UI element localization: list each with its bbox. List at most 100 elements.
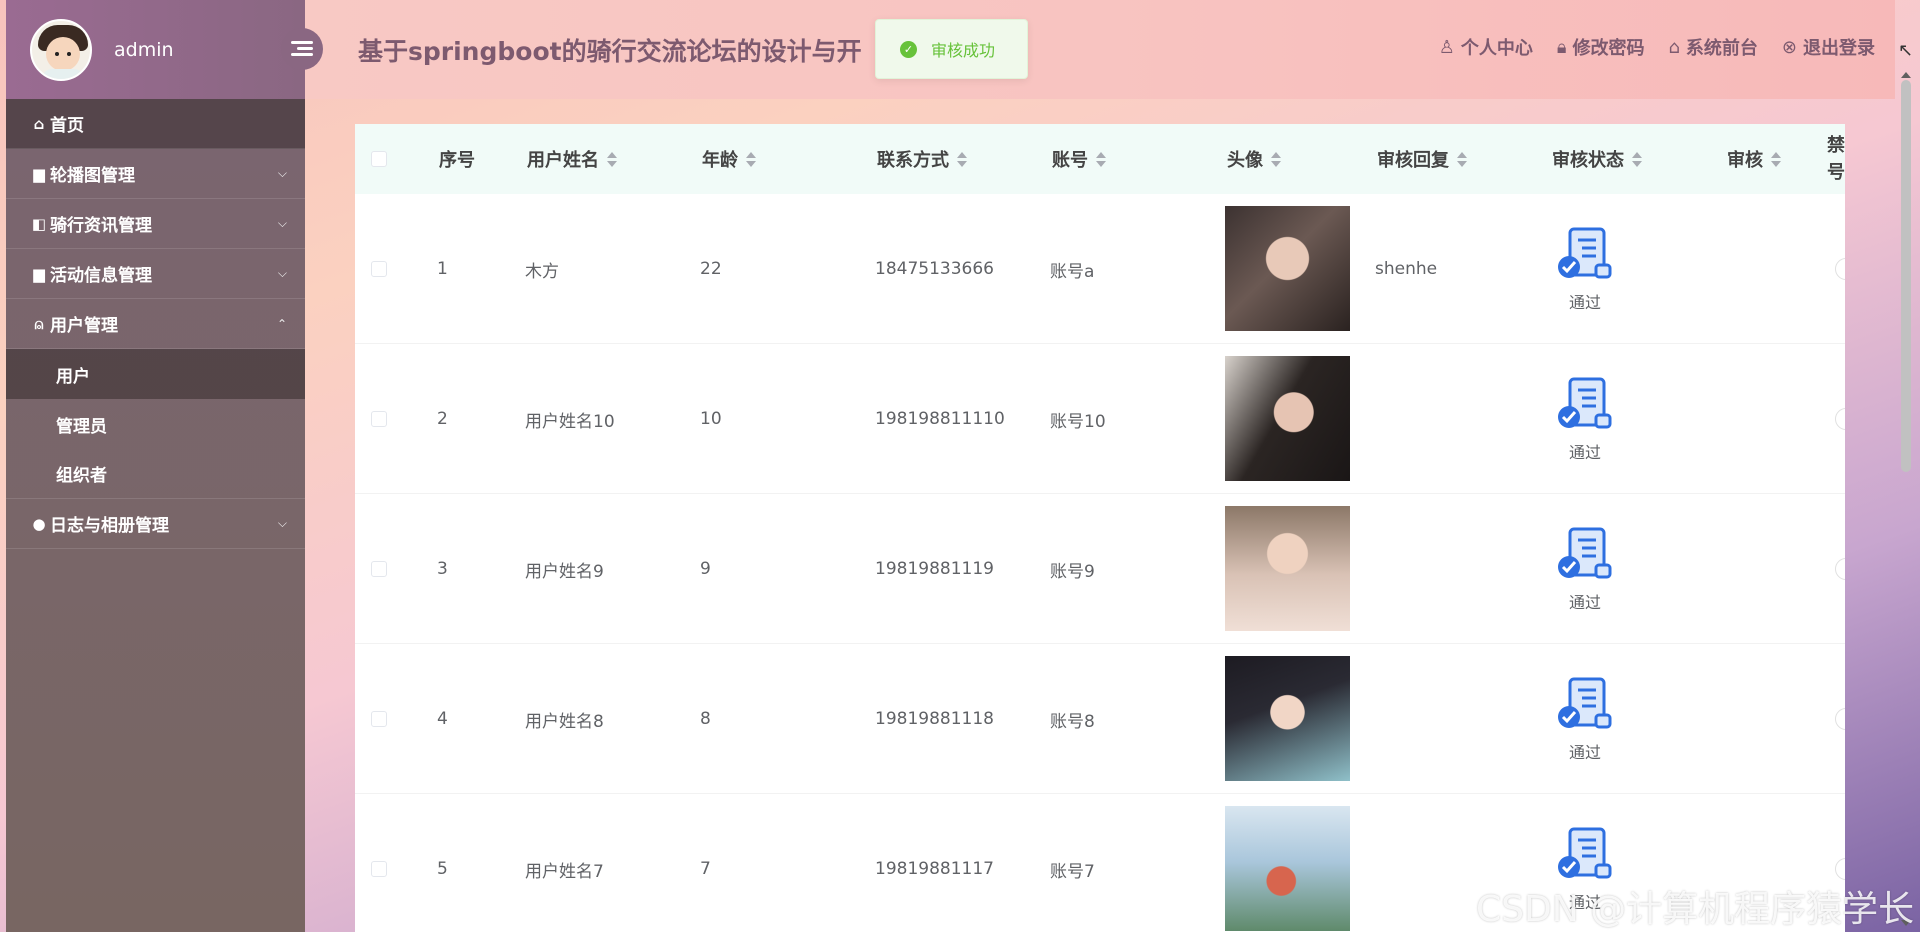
cell-age: 22 — [700, 259, 722, 279]
home-icon: ⌂ — [1668, 36, 1680, 58]
news-icon: ◧ — [31, 214, 47, 233]
change-password-label: 修改密码 — [1572, 38, 1645, 59]
sidebar-item-carousel[interactable]: ▆ 轮播图管理 ⌵ — [6, 149, 305, 199]
page-scrollbar[interactable] — [1898, 72, 1914, 932]
avatar-photo[interactable] — [1225, 356, 1350, 481]
cell-index: 3 — [437, 559, 448, 579]
sort-icon[interactable] — [607, 151, 617, 167]
ban-toggle[interactable] — [1835, 258, 1845, 280]
review-status-cell[interactable]: 通过 — [1545, 644, 1625, 794]
sort-icon[interactable] — [1457, 151, 1467, 167]
sidebar-header: admin — [6, 0, 323, 99]
sidebar-item-home[interactable]: ⌂ 首页 — [6, 99, 305, 149]
row-checkbox[interactable] — [371, 711, 387, 727]
column-header-review[interactable]: 审核 — [1727, 124, 1781, 194]
chevron-up-icon: ⌃ — [276, 316, 287, 331]
table-row[interactable]: 4 用户姓名8 8 19819881118 账号8 通过 — [355, 644, 1845, 794]
logout-link[interactable]: ⊗ 退出登录 — [1782, 34, 1875, 60]
column-header-avatar[interactable]: 头像 — [1227, 124, 1281, 194]
approved-document-icon — [1558, 377, 1612, 429]
table-row[interactable]: 1 木方 22 18475133666 账号a shenhe 通过 — [355, 194, 1845, 344]
cell-account: 账号9 — [1050, 561, 1095, 582]
column-header-name[interactable]: 用户姓名 — [527, 124, 617, 194]
system-frontend-label: 系统前台 — [1685, 38, 1758, 59]
avatar-photo[interactable] — [1225, 656, 1350, 781]
row-checkbox[interactable] — [371, 261, 387, 277]
column-header-index: 序号 — [439, 150, 475, 171]
cell-age: 8 — [700, 709, 711, 729]
cell-phone: 19819881119 — [875, 559, 994, 579]
cell-index: 2 — [437, 409, 448, 429]
sidebar-item-activity[interactable]: ▆ 活动信息管理 ⌵ — [6, 249, 305, 299]
row-checkbox[interactable] — [371, 561, 387, 577]
table-row[interactable]: 2 用户姓名10 10 198198811110 账号10 通过 — [355, 344, 1845, 494]
scroll-up-arrow[interactable] — [1901, 72, 1911, 78]
sort-icon[interactable] — [1271, 151, 1281, 167]
cell-index: 4 — [437, 709, 448, 729]
column-header-review-reply[interactable]: 审核回复 — [1377, 124, 1467, 194]
column-header-review-status[interactable]: 审核状态 — [1552, 124, 1642, 194]
ban-toggle[interactable] — [1835, 708, 1845, 730]
sort-icon[interactable] — [1632, 151, 1642, 167]
sidebar-item-label: 骑行资讯管理 — [50, 216, 152, 236]
row-checkbox[interactable] — [371, 861, 387, 877]
toast-message: 审核成功 — [931, 41, 996, 60]
sidebar-item-logs-albums[interactable]: ● 日志与相册管理 ⌵ — [6, 499, 305, 549]
cell-review-reply: shenhe — [1375, 259, 1438, 279]
sort-icon[interactable] — [957, 151, 967, 167]
cell-phone: 19819881117 — [875, 859, 994, 879]
table-row[interactable]: 3 用户姓名9 9 19819881119 账号9 通过 — [355, 494, 1845, 644]
sidebar-subitem-organizers[interactable]: 组织者 — [6, 449, 305, 499]
ban-toggle[interactable] — [1835, 858, 1845, 880]
approved-document-icon — [1558, 527, 1612, 579]
select-all-checkbox[interactable] — [371, 151, 387, 167]
top-header: 基于springboot的骑行交流论坛的设计与开 ♙ 个人中心 🔒︎ 修改密码 … — [305, 0, 1895, 99]
column-header-age[interactable]: 年龄 — [702, 124, 756, 194]
sidebar-item-news[interactable]: ◧ 骑行资讯管理 ⌵ — [6, 199, 305, 249]
sidebar-item-user-management[interactable]: ⍝ 用户管理 ⌃ — [6, 299, 305, 349]
avatar-photo[interactable] — [1225, 206, 1350, 331]
cell-account: 账号10 — [1050, 411, 1106, 432]
sidebar-subitem-users[interactable]: 用户 — [6, 349, 305, 399]
table-header: 序号 用户姓名 年龄 联系方式 账号 头像 审核回复 审核状态 审核 禁号 — [355, 124, 1845, 194]
menu-collapse-button[interactable] — [281, 28, 323, 70]
cell-name: 用户姓名7 — [525, 861, 604, 882]
column-header-ban: 禁号 — [1827, 135, 1845, 183]
column-header-account[interactable]: 账号 — [1052, 124, 1106, 194]
sort-icon[interactable] — [1096, 151, 1106, 167]
check-circle-icon: ✓ — [900, 40, 917, 58]
sidebar-item-label: 首页 — [50, 116, 84, 136]
system-frontend-link[interactable]: ⌂ 系统前台 — [1668, 34, 1757, 60]
avatar[interactable] — [30, 18, 92, 81]
column-header-phone[interactable]: 联系方式 — [877, 124, 967, 194]
review-status-text: 通过 — [1568, 443, 1601, 462]
mouse-cursor-icon: ↖ — [1898, 40, 1914, 61]
review-status-cell[interactable]: 通过 — [1545, 494, 1625, 644]
sidebar-item-label: 轮播图管理 — [50, 166, 135, 186]
cell-phone: 18475133666 — [875, 259, 994, 279]
ban-toggle[interactable] — [1835, 558, 1845, 580]
avatar-photo[interactable] — [1225, 506, 1350, 631]
image-icon: ▆ — [33, 164, 45, 183]
personal-center-link[interactable]: ♙ 个人中心 — [1439, 34, 1533, 60]
sidebar-subitem-label: 用户 — [56, 366, 90, 387]
review-status-cell[interactable]: 通过 — [1545, 344, 1625, 494]
row-checkbox[interactable] — [371, 411, 387, 427]
sidebar-item-label: 日志与相册管理 — [50, 516, 169, 536]
chevron-down-icon: ⌵ — [277, 166, 287, 180]
personal-center-label: 个人中心 — [1460, 38, 1533, 59]
review-status-cell[interactable]: 通过 — [1545, 194, 1625, 344]
change-password-link[interactable]: 🔒︎ 修改密码 — [1557, 34, 1645, 60]
lock-icon: 🔒︎ — [1556, 36, 1567, 58]
sidebar-subitem-label: 组织者 — [56, 466, 107, 486]
sidebar-item-label: 用户管理 — [50, 316, 118, 336]
cell-index: 1 — [437, 259, 448, 279]
ban-toggle[interactable] — [1835, 408, 1845, 430]
sort-icon[interactable] — [1771, 151, 1781, 167]
avatar-photo[interactable] — [1225, 806, 1350, 931]
chevron-down-icon: ⌵ — [277, 216, 287, 230]
sidebar-subitem-admins[interactable]: 管理员 — [6, 399, 305, 449]
sort-icon[interactable] — [746, 151, 756, 167]
sidebar: admin ⌂ 首页 ▆ 轮播图管理 ⌵ ◧ 骑行资讯管理 ⌵ ▆ 活动信息管理… — [6, 0, 323, 932]
scrollbar-thumb[interactable] — [1901, 80, 1911, 472]
